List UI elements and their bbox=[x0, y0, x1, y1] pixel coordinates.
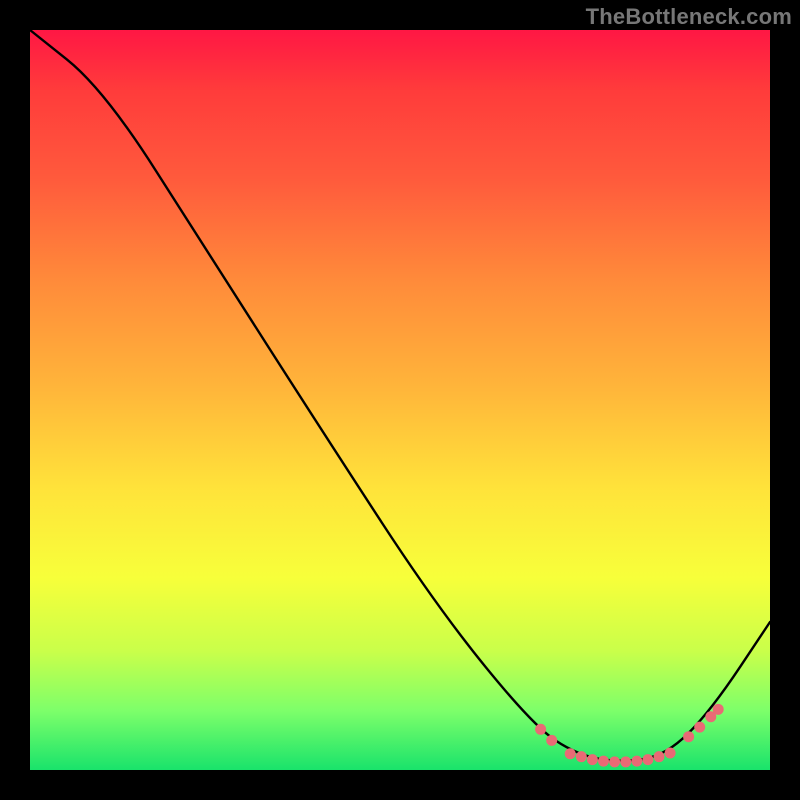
marker-dot bbox=[631, 756, 642, 767]
marker-dot bbox=[683, 731, 694, 742]
marker-dot bbox=[609, 756, 620, 767]
marker-dot bbox=[654, 751, 665, 762]
marker-dot bbox=[565, 748, 576, 759]
marker-dot bbox=[665, 747, 676, 758]
marker-dot bbox=[576, 751, 587, 762]
watermark-text: TheBottleneck.com bbox=[586, 4, 792, 30]
chart-svg bbox=[30, 30, 770, 770]
marker-dot bbox=[694, 722, 705, 733]
curve-line bbox=[30, 30, 770, 761]
chart-stage: TheBottleneck.com bbox=[0, 0, 800, 800]
marker-dot bbox=[587, 754, 598, 765]
marker-dot bbox=[546, 735, 557, 746]
plot-area bbox=[30, 30, 770, 770]
marker-dot bbox=[598, 756, 609, 767]
marker-dot bbox=[713, 704, 724, 715]
marker-group bbox=[535, 704, 724, 768]
marker-dot bbox=[620, 756, 631, 767]
marker-dot bbox=[642, 754, 653, 765]
marker-dot bbox=[535, 724, 546, 735]
